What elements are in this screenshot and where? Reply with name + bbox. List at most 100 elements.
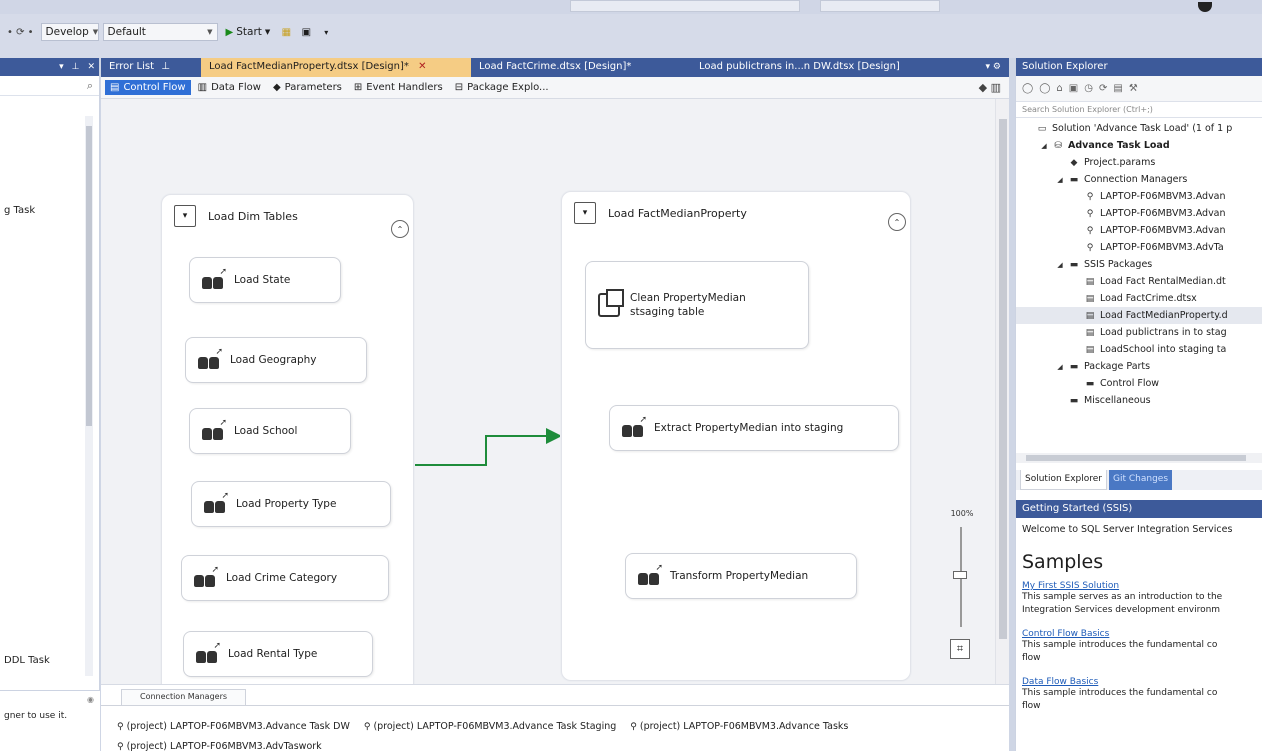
tab-git-changes[interactable]: Git Changes	[1109, 470, 1173, 490]
home-icon[interactable]: ⌂	[1056, 83, 1062, 94]
task-load-property-type[interactable]: ➚ Load Property Type	[191, 481, 391, 527]
scroll-thumb[interactable]	[1026, 455, 1246, 461]
tree-item[interactable]: ⚲ LAPTOP-F06MBVM3.Advan	[1016, 188, 1262, 205]
tab-load-factmedianproperty[interactable]: Load FactMedianProperty.dtsx [Design]* ✕	[201, 58, 471, 77]
tab-control-flow[interactable]: ▤ Control Flow	[105, 80, 191, 95]
main-toolbar: • ⟳ • Develop ▼ Default ▼ ▶ Start ▼ ▦ ▣ …	[0, 0, 1262, 58]
tab-load-publictrans[interactable]: Load publictrans in...n DW.dtsx [Design]	[691, 58, 931, 77]
toolbox-item-ddl-task[interactable]: DDL Task	[4, 655, 50, 666]
properties-icon[interactable]: ▤	[1113, 83, 1122, 94]
tab-event-handlers[interactable]: ⊞ Event Handlers	[349, 80, 448, 95]
tab-parameters[interactable]: ◆ Parameters	[268, 80, 347, 95]
task-load-state[interactable]: ➚ Load State	[189, 257, 341, 303]
expanded-triangle-icon[interactable]: ◢	[1056, 176, 1064, 184]
connection-manager-item[interactable]: ⚲ (project) LAPTOP-F06MBVM3.Advance Task …	[364, 721, 616, 732]
tree-item-label: Solution 'Advance Task Load' (1 of 1 p	[1052, 123, 1233, 134]
close-icon[interactable]: ✕	[418, 61, 426, 72]
collapse-icon[interactable]: ⌃	[888, 213, 906, 231]
canvas-vertical-scrollbar[interactable]	[995, 99, 1009, 684]
tree-item[interactable]: ◢ ▬ Package Parts	[1016, 358, 1262, 375]
customize-icon[interactable]: ▾	[318, 25, 334, 39]
zoom-slider-knob[interactable]	[953, 571, 967, 579]
plug-icon: ⚲	[1086, 208, 1094, 219]
task-transform-propertymedian[interactable]: ➚ Transform PropertyMedian	[625, 553, 857, 599]
toolbox-icon[interactable]: ▦	[278, 25, 294, 39]
sample-link[interactable]: My First SSIS Solution	[1022, 581, 1257, 591]
back-icon[interactable]: ◯	[1022, 83, 1033, 94]
tree-item[interactable]: ⚲ LAPTOP-F06MBVM3.AdvTa	[1016, 239, 1262, 256]
connection-manager-item[interactable]: ⚲ (project) LAPTOP-F06MBVM3.AdvTaswork	[117, 741, 322, 751]
collapse-icon[interactable]: ⌃	[391, 220, 409, 238]
task-load-school[interactable]: ➚ Load School	[189, 408, 351, 454]
switch-views-icon[interactable]: ▣	[1069, 83, 1078, 94]
control-flow-canvas[interactable]: ▾ Load Dim Tables ⌃ ➚ Load State ➚ Load …	[101, 99, 1009, 684]
search-box[interactable]	[820, 0, 940, 12]
tree-item-label: Package Parts	[1084, 361, 1151, 372]
tree-item[interactable]: ◆ Project.params	[1016, 154, 1262, 171]
tab-overflow-menu[interactable]: ▾ ⚙	[986, 58, 1009, 77]
tree-item[interactable]: ⚲ LAPTOP-F06MBVM3.Advan	[1016, 205, 1262, 222]
container-title: Load Dim Tables	[208, 209, 298, 223]
task-load-geography[interactable]: ➚ Load Geography	[185, 337, 367, 383]
tab-package-explorer[interactable]: ⊟ Package Explo...	[450, 80, 554, 95]
sync-icon[interactable]: ⟳	[1099, 83, 1107, 94]
tree-item[interactable]: ▭ Solution 'Advance Task Load' (1 of 1 p	[1016, 120, 1262, 137]
plug-icon: ⚲	[1086, 225, 1094, 236]
pin-icon[interactable]: ⊥	[72, 62, 80, 72]
tab-data-flow[interactable]: ▥ Data Flow	[193, 80, 266, 95]
scroll-thumb[interactable]	[86, 126, 92, 426]
tree-item[interactable]: ▤ Load Fact RentalMedian.dt	[1016, 273, 1262, 290]
tree-item[interactable]: ▬ Miscellaneous	[1016, 392, 1262, 409]
task-clean-propertymedian[interactable]: Clean PropertyMedian stsaging table	[585, 261, 809, 349]
tree-item[interactable]: ▬ Control Flow	[1016, 375, 1262, 392]
tree-item[interactable]: ◢ ▬ SSIS Packages	[1016, 256, 1262, 273]
task-load-crime-category[interactable]: ➚ Load Crime Category	[181, 555, 389, 601]
tab-load-factcrime[interactable]: Load FactCrime.dtsx [Design]*	[471, 58, 691, 77]
tree-item-label: Load publictrans in to stag	[1100, 327, 1227, 338]
close-icon[interactable]: ✕	[87, 62, 95, 72]
tree-item[interactable]: ▤ Load publictrans in to stag	[1016, 324, 1262, 341]
quick-launch-box[interactable]	[570, 0, 800, 12]
data-flow-task-icon: ➚	[202, 418, 227, 440]
task-load-rental-type[interactable]: ➚ Load Rental Type	[183, 631, 373, 677]
toolbox-scrollbar[interactable]	[85, 116, 93, 676]
tree-item[interactable]: ◢ ▬ Connection Managers	[1016, 171, 1262, 188]
scroll-thumb[interactable]	[999, 119, 1007, 639]
solution-platform-combo[interactable]: Default ▼	[102, 23, 218, 41]
tab-error-list[interactable]: Error List ⊥	[101, 58, 201, 77]
window-position-icon[interactable]: ▾	[59, 62, 64, 72]
precedence-arrow[interactable]	[414, 428, 562, 466]
pending-changes-icon[interactable]: ◷	[1084, 83, 1093, 94]
sample-link[interactable]: Control Flow Basics	[1022, 629, 1257, 639]
sample-link[interactable]: Data Flow Basics	[1022, 677, 1257, 687]
solution-configuration-combo[interactable]: Develop ▼	[40, 23, 99, 41]
connection-manager-item[interactable]: ⚲ (project) LAPTOP-F06MBVM3.Advance Tasks	[630, 721, 848, 732]
tree-item[interactable]: ▤ LoadSchool into staging ta	[1016, 341, 1262, 358]
variables-icon[interactable]: ▣	[298, 25, 314, 39]
wrench-icon[interactable]: ⚒	[1129, 83, 1138, 94]
start-button[interactable]: ▶ Start ▼	[222, 26, 275, 38]
pin-icon[interactable]: ⊥	[161, 61, 170, 72]
navigate-forward-button[interactable]: • ⟳ •	[4, 27, 37, 38]
plug-icon: ⚲	[117, 742, 124, 751]
expanded-triangle-icon[interactable]: ◢	[1040, 142, 1048, 150]
tree-item[interactable]: ⚲ LAPTOP-F06MBVM3.Advan	[1016, 222, 1262, 239]
tree-item[interactable]: ◢ ⛁ Advance Task Load	[1016, 137, 1262, 154]
tree-horizontal-scrollbar[interactable]	[1016, 453, 1262, 463]
expanded-triangle-icon[interactable]: ◢	[1056, 363, 1064, 371]
zoom-to-fit-icon[interactable]: ⌗	[950, 639, 970, 659]
solution-search-input[interactable]: Search Solution Explorer (Ctrl+;)	[1016, 102, 1262, 118]
tree-item-label: SSIS Packages	[1084, 259, 1153, 270]
connection-manager-item[interactable]: ⚲ (project) LAPTOP-F06MBVM3.Advance Task …	[117, 721, 350, 732]
tab-solution-explorer[interactable]: Solution Explorer	[1020, 470, 1107, 490]
designer-toolbar-icons[interactable]: ◆ ▥	[979, 81, 1009, 94]
tree-item[interactable]: ▤ Load FactMedianProperty.d	[1016, 307, 1262, 324]
forward-icon[interactable]: ◯	[1039, 83, 1050, 94]
task-extract-propertymedian[interactable]: ➚ Extract PropertyMedian into staging	[609, 405, 899, 451]
tree-item[interactable]: ▤ Load FactCrime.dtsx	[1016, 290, 1262, 307]
expanded-triangle-icon[interactable]: ◢	[1056, 261, 1064, 269]
toolbox-item-task[interactable]: g Task	[4, 205, 35, 216]
getting-started-title: Getting Started (SSIS)	[1016, 500, 1262, 518]
tab-connection-managers[interactable]: Connection Managers	[121, 689, 247, 705]
toolbox-search[interactable]: ⌕	[0, 76, 99, 96]
